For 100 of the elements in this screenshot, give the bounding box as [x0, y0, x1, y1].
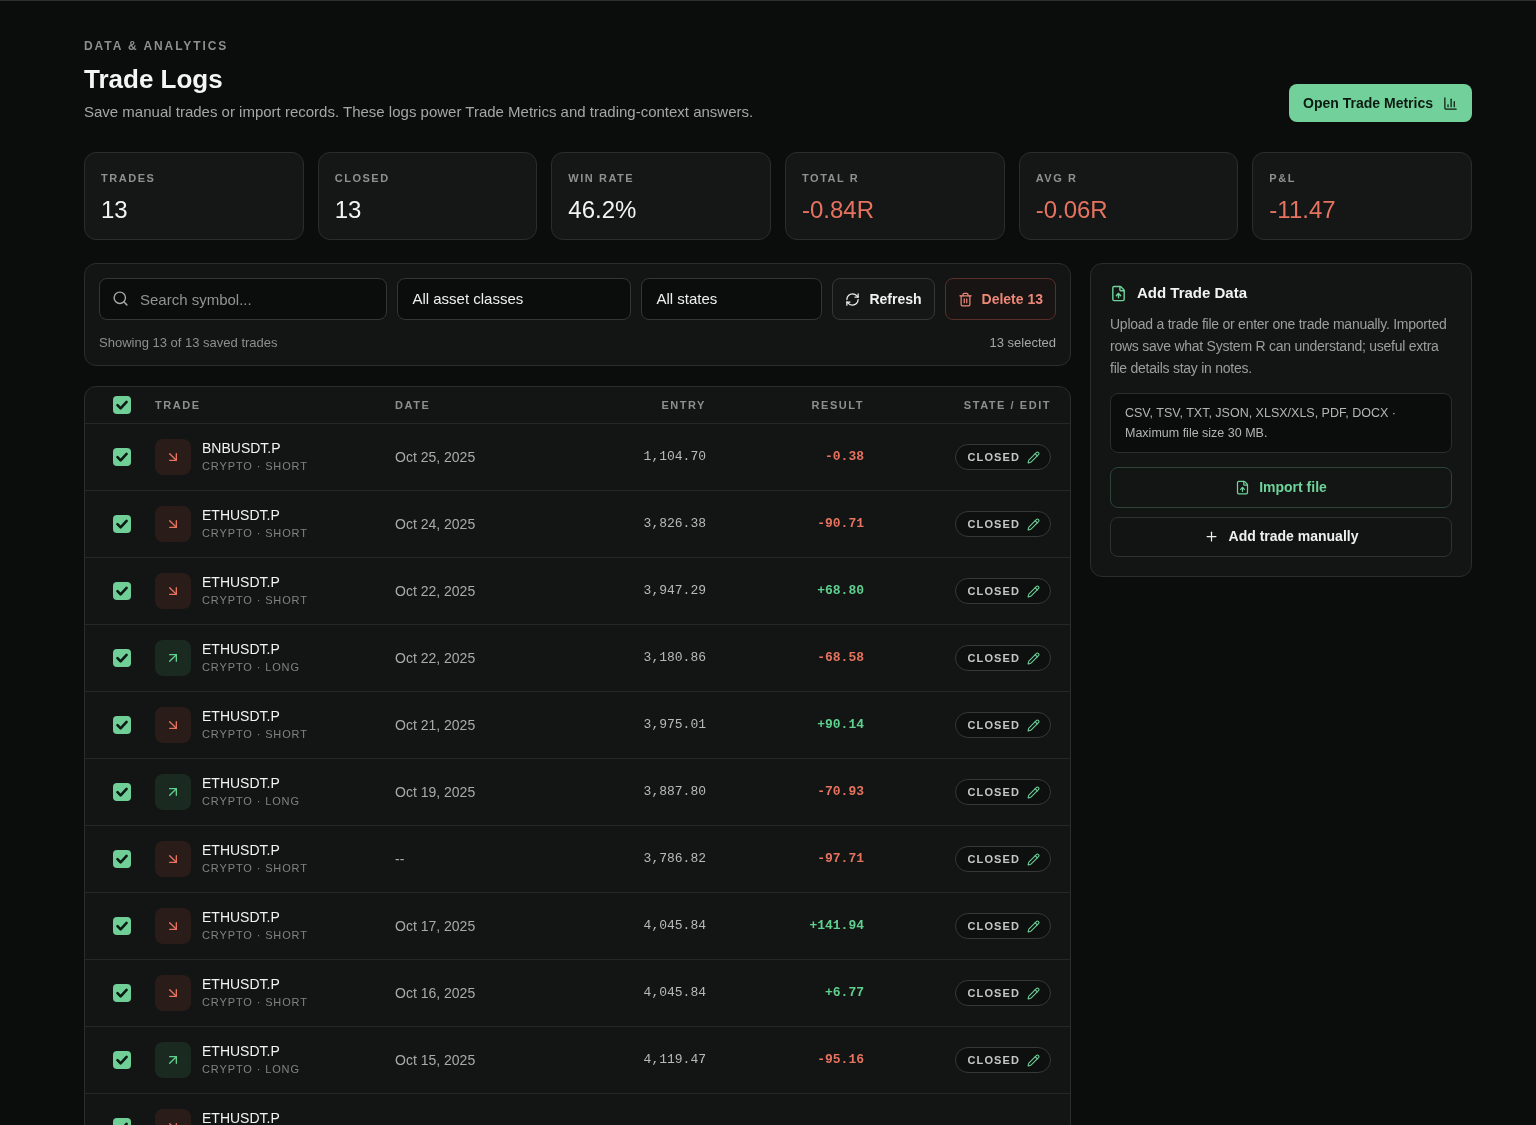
trade-result: -97.71	[817, 850, 864, 869]
entry-price: 3,180.86	[643, 649, 706, 668]
trade-symbol: ETHUSDT.P	[202, 707, 281, 725]
trade-symbol: ETHUSDT.P	[202, 1042, 281, 1060]
edit-state-button[interactable]: CLOSED	[954, 578, 1051, 604]
edit-state-button[interactable]: CLOSED	[954, 913, 1051, 939]
trade-subtitle: CRYPTO · SHORT	[202, 995, 308, 1009]
stat-value: -0.06R	[1035, 195, 1109, 225]
refresh-icon	[845, 291, 861, 307]
trade-subtitle: CRYPTO · SHORT	[202, 593, 308, 607]
edit-state-button[interactable]: CLOSED	[954, 511, 1051, 537]
column-header: DATE	[395, 397, 431, 413]
stat-label: TRADES	[101, 171, 157, 185]
pencil-icon	[1027, 852, 1040, 866]
filter-select[interactable]: All states	[641, 278, 823, 320]
stat-label: AVG R	[1035, 171, 1079, 185]
file-upload-icon	[1235, 479, 1251, 495]
trade-result: -70.93	[817, 783, 864, 802]
trade-subtitle: CRYPTO · LONG	[202, 794, 300, 808]
trade-date: Oct 17, 2025	[395, 918, 476, 934]
edit-state-button[interactable]: CLOSED	[954, 645, 1051, 671]
trade-date: Oct 21, 2025	[395, 717, 476, 733]
page-title: Trade Logs	[84, 63, 224, 95]
checkbox[interactable]	[113, 582, 131, 600]
checkbox[interactable]	[113, 649, 131, 667]
edit-state-button[interactable]: CLOSED	[954, 444, 1051, 470]
stat-label: TOTAL R	[802, 171, 861, 185]
edit-state-button[interactable]: CLOSED	[954, 846, 1051, 872]
panel-description: Upload a trade file or enter one trade manually. Imported rows save what System R can understand; useful extra file details stay in notes.	[1110, 314, 1448, 378]
checkbox[interactable]	[113, 783, 131, 801]
trade-result: +141.94	[809, 917, 864, 936]
trade-date: Oct 25, 2025	[395, 449, 476, 465]
open-trade-metrics-button[interactable]: Open Trade Metrics	[1289, 84, 1472, 122]
trade-symbol: ETHUSDT.P	[202, 975, 281, 993]
trade-date: Oct 16, 2025	[395, 985, 476, 1001]
trade-result: -90.71	[817, 515, 864, 534]
pencil-icon	[1027, 718, 1040, 732]
stat-value: 13	[334, 195, 363, 225]
filter-select[interactable]: All asset classes	[397, 278, 632, 320]
stat-label: WIN RATE	[568, 171, 636, 185]
trade-subtitle: CRYPTO · SHORT	[202, 861, 308, 875]
trade-symbol: ETHUSDT.P	[202, 908, 281, 926]
entry-price: 4,119.47	[643, 1051, 706, 1070]
plus-icon	[1203, 529, 1219, 544]
pencil-icon	[1027, 785, 1040, 799]
trade-symbol: ETHUSDT.P	[202, 774, 281, 792]
entry-price: 1,104.70	[643, 448, 706, 467]
stat-label: CLOSED	[334, 171, 391, 185]
checkbox[interactable]	[113, 984, 131, 1002]
entry-price: 3,887.80	[643, 783, 706, 802]
entry-price: 4,045.84	[643, 984, 706, 1003]
trade-result: +6.77	[825, 984, 864, 1003]
entry-price: 3,786.82	[643, 850, 706, 869]
refresh-button[interactable]: Refresh	[832, 278, 935, 320]
checkbox[interactable]	[113, 448, 131, 466]
checkbox[interactable]	[113, 1051, 131, 1069]
pencil-icon	[1027, 450, 1040, 464]
trade-date: Oct 22, 2025	[395, 650, 476, 666]
import-file-button[interactable]: Import file	[1110, 466, 1452, 508]
trade-subtitle: CRYPTO · LONG	[202, 660, 300, 674]
column-header: ENTRY	[661, 397, 706, 413]
selection-count: 13 selected	[989, 335, 1056, 351]
trade-subtitle: CRYPTO · SHORT	[202, 459, 308, 473]
checkbox[interactable]	[113, 515, 131, 533]
stat-label: P&L	[1269, 171, 1297, 185]
edit-state-button[interactable]: CLOSED	[954, 712, 1051, 738]
trade-date: Oct 19, 2025	[395, 784, 476, 800]
entry-price: 3,826.38	[643, 515, 706, 534]
trade-date: Oct 22, 2025	[395, 583, 476, 599]
entry-price: 4,045.84	[643, 917, 706, 936]
checkbox[interactable]	[113, 396, 131, 414]
trash-icon	[957, 291, 973, 307]
entry-price: 3,947.29	[643, 582, 706, 601]
add-trade-button[interactable]: Add trade manually	[1110, 516, 1452, 557]
bar-chart-icon	[1443, 95, 1458, 111]
search-field[interactable]: Search symbol...	[99, 278, 388, 320]
pencil-icon	[1027, 584, 1040, 598]
file-upload-icon	[1110, 284, 1127, 302]
trade-subtitle: CRYPTO · SHORT	[202, 727, 308, 741]
column-header: RESULT	[811, 397, 864, 413]
trade-result: -68.58	[817, 649, 864, 668]
stat-value: 13	[101, 195, 129, 225]
edit-state-button[interactable]: CLOSED	[954, 980, 1051, 1006]
trade-symbol: ETHUSDT.P	[202, 573, 281, 591]
page-description: Save manual trades or import records. These logs power Trade Metrics and trading-context answers.	[84, 102, 754, 122]
delete-button[interactable]: Delete 13	[944, 278, 1056, 320]
section-eyebrow: DATA & ANALYTICS	[84, 38, 230, 54]
checkbox[interactable]	[113, 850, 131, 868]
checkbox[interactable]	[113, 917, 131, 935]
edit-state-button[interactable]: CLOSED	[954, 1047, 1051, 1073]
panel-title: Add Trade Data	[1137, 283, 1248, 303]
trade-date: --	[395, 851, 405, 867]
pencil-icon	[1027, 651, 1040, 665]
edit-state-button[interactable]: CLOSED	[954, 779, 1051, 805]
trade-symbol: ETHUSDT.P	[202, 640, 281, 658]
checkbox[interactable]	[113, 716, 131, 734]
pencil-icon	[1027, 986, 1040, 1000]
pencil-icon	[1027, 517, 1040, 531]
trade-result: +68.80	[817, 582, 864, 601]
trade-subtitle: CRYPTO · LONG	[202, 1062, 300, 1076]
